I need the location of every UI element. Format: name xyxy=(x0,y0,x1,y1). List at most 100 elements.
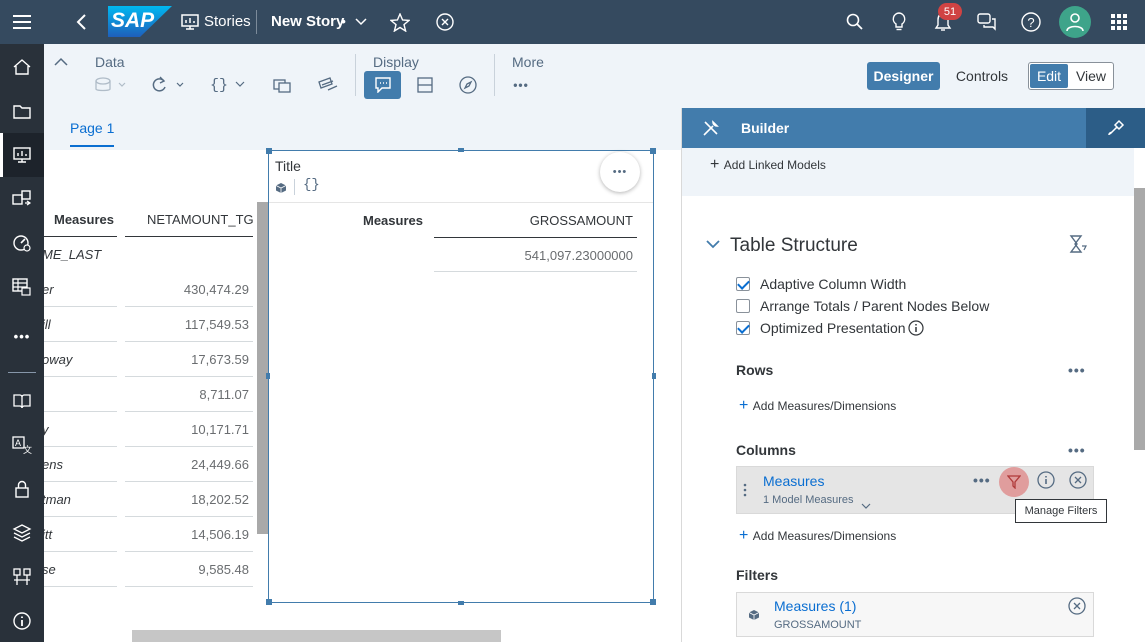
data-modeler-icon[interactable] xyxy=(10,187,34,211)
close-story-icon[interactable] xyxy=(433,10,457,34)
comment-mode-button[interactable] xyxy=(364,71,401,99)
format-paint-icon[interactable] xyxy=(310,71,346,99)
widget-title[interactable]: Title xyxy=(275,158,301,174)
sap-logo[interactable]: SAP xyxy=(108,6,172,37)
model-cube-icon xyxy=(275,181,287,193)
lightbulb-icon[interactable] xyxy=(887,10,911,34)
option-checkbox[interactable] xyxy=(736,277,750,291)
more-icon[interactable]: ••• xyxy=(10,324,34,348)
edit-view-toggle: Edit View xyxy=(1028,62,1114,90)
option-checkbox[interactable] xyxy=(736,299,750,313)
row-divider xyxy=(125,516,253,517)
left-table-scrollbar[interactable] xyxy=(257,202,268,534)
resize-handle[interactable] xyxy=(650,148,656,154)
resize-handle[interactable] xyxy=(266,148,272,154)
home-icon[interactable] xyxy=(10,55,34,79)
analytic-app-icon[interactable] xyxy=(10,231,34,255)
resize-handle[interactable] xyxy=(458,148,464,152)
item-info-icon[interactable] xyxy=(1037,471,1055,489)
nav-title[interactable]: Stories xyxy=(204,13,251,30)
favorite-star-icon[interactable] xyxy=(388,10,412,34)
datasets-icon[interactable] xyxy=(10,275,34,299)
shell-bar: SAP Stories New Story • 51 ? xyxy=(0,0,1145,44)
search-icon[interactable] xyxy=(843,10,867,34)
left-table-row-name: ill xyxy=(44,317,51,332)
chat-bubbles-icon[interactable] xyxy=(975,10,999,34)
columns-item-title[interactable]: Measures xyxy=(763,473,824,489)
collapse-section-icon[interactable] xyxy=(706,236,722,252)
help-icon[interactable]: ? xyxy=(1019,10,1043,34)
copy-icon[interactable] xyxy=(264,71,300,99)
chevron-down-icon[interactable] xyxy=(861,497,871,509)
remove-item-icon[interactable] xyxy=(1069,471,1087,489)
translation-icon[interactable]: A文 xyxy=(10,433,34,457)
columns-label: Columns xyxy=(736,442,796,458)
catalog-icon[interactable] xyxy=(10,389,34,413)
add-columns-measures-link[interactable]: + Add Measures/Dimensions xyxy=(739,527,896,545)
apps-grid-icon[interactable] xyxy=(1107,10,1131,34)
formula-braces-icon[interactable]: {} xyxy=(210,71,246,99)
resize-handle[interactable] xyxy=(266,373,270,379)
layout-icon[interactable] xyxy=(407,71,443,99)
resize-handle[interactable] xyxy=(266,599,272,605)
option-label[interactable]: Optimized Presentation xyxy=(760,320,906,336)
styling-tab-button[interactable] xyxy=(1086,108,1145,148)
designer-button[interactable]: Designer xyxy=(867,62,940,90)
explore-compass-icon[interactable] xyxy=(450,71,486,99)
option-label[interactable]: Adaptive Column Width xyxy=(760,276,906,292)
rows-more-icon[interactable]: ••• xyxy=(1068,362,1086,378)
left-table-row-value: 9,585.48 xyxy=(198,562,249,577)
security-lock-icon[interactable] xyxy=(10,477,34,501)
option-label[interactable]: Arrange Totals / Parent Nodes Below xyxy=(760,298,989,314)
connections-icon[interactable] xyxy=(10,565,34,589)
page-tabs-bar: Page 1 xyxy=(44,108,682,150)
svg-text:文: 文 xyxy=(23,444,32,454)
notifications-badge: 51 xyxy=(938,3,962,20)
swap-axes-icon[interactable] xyxy=(1068,234,1088,256)
story-title[interactable]: New Story xyxy=(271,13,344,30)
tab-page-1[interactable]: Page 1 xyxy=(70,120,114,136)
resize-handle[interactable] xyxy=(652,373,656,379)
add-linked-models-link[interactable]: + Add Linked Models xyxy=(710,156,826,174)
view-mode-button[interactable]: View xyxy=(1069,64,1113,88)
chevron-down-icon[interactable] xyxy=(349,10,373,34)
refresh-icon[interactable] xyxy=(150,71,186,99)
info-icon[interactable] xyxy=(908,320,924,336)
menu-icon[interactable] xyxy=(10,10,34,34)
remove-filter-icon[interactable] xyxy=(1068,597,1086,615)
title-divider xyxy=(294,179,295,195)
edit-mode-button[interactable]: Edit xyxy=(1030,64,1068,88)
builder-scrollbar[interactable] xyxy=(1134,188,1145,450)
resize-handle[interactable] xyxy=(458,601,464,605)
widget-more-button[interactable]: ••• xyxy=(600,152,640,192)
columns-more-icon[interactable]: ••• xyxy=(1068,442,1086,458)
deployment-icon[interactable] xyxy=(10,521,34,545)
collapse-toolbar-icon[interactable] xyxy=(54,54,68,68)
add-data-icon[interactable] xyxy=(92,71,128,99)
toolbar-group-data: Data xyxy=(95,54,125,70)
add-rows-measures-link[interactable]: + Add Measures/Dimensions xyxy=(739,397,896,415)
manage-filters-button[interactable] xyxy=(999,467,1029,497)
left-table-row-value: 24,449.66 xyxy=(191,457,249,472)
filter-measures-item[interactable]: Measures (1) GROSSAMOUNT xyxy=(736,592,1094,637)
canvas-horizontal-scrollbar[interactable] xyxy=(132,630,501,642)
resize-handle[interactable] xyxy=(650,599,656,605)
back-icon[interactable] xyxy=(70,10,94,34)
controls-button[interactable]: Controls xyxy=(946,62,1018,90)
more-options-icon[interactable]: ••• xyxy=(503,71,539,99)
option-checkbox[interactable] xyxy=(736,321,750,335)
filter-item-title[interactable]: Measures (1) xyxy=(774,598,856,614)
drag-handle-icon[interactable] xyxy=(743,483,747,497)
stories-icon[interactable] xyxy=(10,143,34,167)
table-widget-selected[interactable]: Title {} ••• Measures GROSSAMOUNT 541,09… xyxy=(266,148,656,605)
row-divider xyxy=(44,586,117,587)
widget-header-grossamount: GROSSAMOUNT xyxy=(529,213,633,228)
columns-item-subtitle[interactable]: 1 Model Measures xyxy=(763,494,854,506)
info-icon[interactable] xyxy=(10,609,34,633)
folder-icon[interactable] xyxy=(10,99,34,123)
left-table-widget[interactable]: Measures NETAMOUNT_TG ME_LAST er 430,474.… xyxy=(44,150,268,642)
item-more-icon[interactable]: ••• xyxy=(973,472,991,488)
row-divider xyxy=(44,446,117,447)
avatar[interactable] xyxy=(1059,6,1091,38)
left-table-header-netamount: NETAMOUNT_TG xyxy=(147,212,254,227)
